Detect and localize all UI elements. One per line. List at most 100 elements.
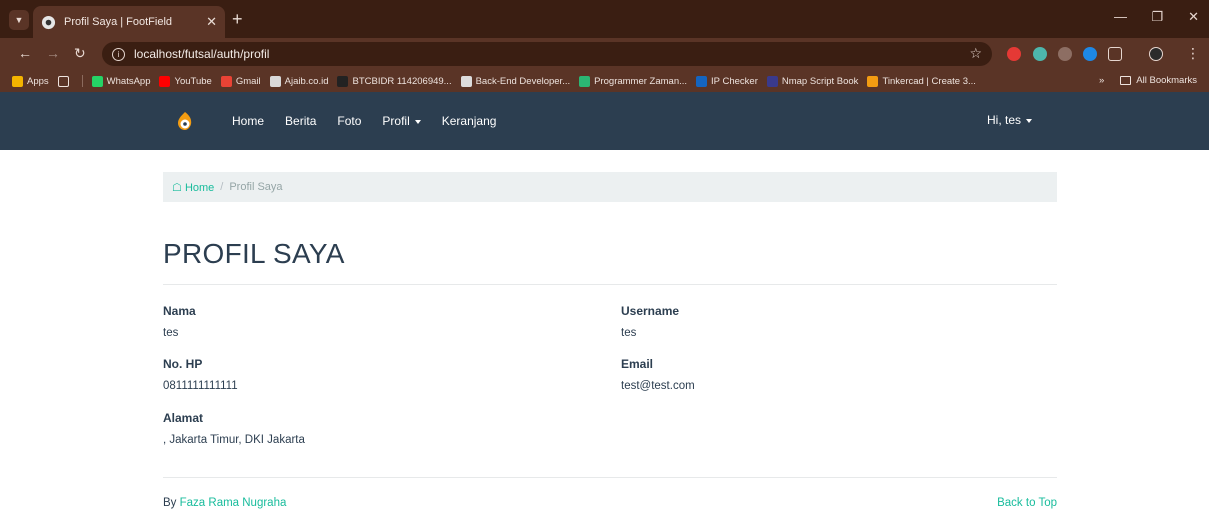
caret-down-icon [1026,118,1032,123]
bookmark-item[interactable]: Back-End Developer... [460,75,570,87]
extension-icon[interactable] [1007,47,1021,61]
bookmark-label: YouTube [174,75,212,87]
extension-icon[interactable] [1033,47,1047,61]
bookmark-favicon-icon [91,75,103,87]
bookmark-favicon-icon [579,75,591,87]
bookmark-label: Tinkercad | Create 3... [882,75,976,87]
chevron-more-icon[interactable]: » [1099,75,1104,86]
back-arrow-icon[interactable]: ← [18,45,32,61]
footfield-favicon-icon [41,15,56,29]
bookmark-label: Gmail [235,75,261,87]
author-link[interactable]: Faza Rama Nugraha [180,497,287,509]
tab-close-icon[interactable]: ✕ [206,14,217,30]
extension-icon[interactable] [1083,47,1097,61]
tab-title: Profil Saya | FootField [64,16,173,28]
bookmark-item[interactable]: YouTube [159,75,212,87]
nav-foto[interactable]: Foto [337,114,361,128]
bookmark-item[interactable]: Programmer Zaman... [579,75,688,87]
field-alamat: Alamat , Jakarta Timur, DKI Jakarta [163,411,305,446]
forward-arrow-icon[interactable]: → [46,45,60,61]
nav-home[interactable]: Home [232,114,264,128]
bookmark-favicon-icon [867,75,879,87]
field-value: test@test.com [621,380,695,392]
nav-keranjang[interactable]: Keranjang [442,114,497,128]
browser-tabstrip: ▼ Profil Saya | FootField ✕ + — ❐ ✕ [0,0,1209,38]
folder-icon [1120,76,1132,85]
grid-icon [57,75,69,87]
footfield-logo-icon[interactable] [176,111,194,131]
page-title: PROFIL SAYA [163,238,345,269]
home-icon: ☖ [172,181,182,194]
url-text: localhost/futsal/auth/profil [134,47,270,61]
breadcrumb-home-link[interactable]: ☖ Home [172,181,214,194]
nav-profil-label: Profil [382,114,410,128]
bookmark-item[interactable]: Nmap Script Book [766,75,859,87]
title-divider [163,284,1057,285]
footer-divider [163,477,1057,478]
field-no-hp: No. HP 0811111111111 [163,357,238,392]
user-greeting: Hi, tes [986,113,1021,127]
field-label: Email [621,357,654,371]
field-email: Email test@test.com [621,357,695,392]
apps-grid-icon [12,75,23,87]
bookmark-item[interactable]: Ajaib.co.id [269,75,329,87]
bookmarks-bar: Apps WhatsApp YouTube Gmail Ajaib.co.id BTCB… [0,70,1209,92]
bookmark-item[interactable]: Tinkercad | Create 3... [867,75,976,87]
breadcrumb-current: Profil Saya [229,181,283,193]
tab-search-button[interactable]: ▼ [9,10,29,30]
back-to-top-link[interactable]: Back to Top [997,497,1057,509]
bookmark-favicon-icon [220,75,232,87]
user-dropdown[interactable]: Hi, tes [987,113,1032,127]
field-label: No. HP [163,357,203,371]
site-navbar: Home Berita Foto Profil Keranjang Hi, te… [0,92,1209,150]
bookmark-label: Ajaib.co.id [284,75,329,87]
field-username: Username tes [621,304,679,339]
bookmark-label: Nmap Script Book [781,75,859,87]
footer-credit: By Faza Rama Nugraha [163,497,286,509]
nav-berita[interactable]: Berita [285,114,316,128]
bookmark-favicon-icon [460,75,472,87]
footer-by-text: By [163,497,180,509]
bookmark-item[interactable]: Gmail [220,75,261,87]
browser-toolbar: ← → ↻ i localhost/futsal/auth/profil ☆ ⋮ [0,38,1209,70]
field-value: tes [163,327,179,339]
field-label: Nama [163,304,196,318]
address-bar[interactable]: i localhost/futsal/auth/profil ☆ [102,42,992,66]
bookmark-label: Apps [27,75,49,87]
breadcrumb-separator: / [220,181,224,193]
bookmark-favicon-icon [159,75,171,87]
caret-down-icon [414,119,421,124]
menu-kebab-icon[interactable]: ⋮ [1186,45,1200,62]
field-label: Alamat [163,411,204,425]
bookmark-item[interactable]: IP Checker [696,75,758,87]
site-info-icon[interactable]: i [112,47,125,61]
field-value: 0811111111111 [163,380,238,392]
profile-avatar[interactable] [1149,47,1163,61]
bookmark-label: Programmer Zaman... [594,75,688,87]
bookmark-item[interactable]: WhatsApp [91,75,151,87]
bookmark-apps[interactable]: Apps [12,75,49,87]
bookmark-item[interactable]: BTCBIDR 114206949... [337,75,452,87]
close-window-icon[interactable]: ✕ [1188,9,1199,25]
bookmark-favicon-icon [269,75,281,87]
bookmark-divider [81,75,83,87]
extension-icon[interactable] [1058,47,1072,61]
all-bookmarks-button[interactable]: » All Bookmarks [1099,75,1197,86]
extensions-puzzle-icon[interactable] [1108,47,1122,61]
bookmark-star-icon[interactable]: ☆ [969,45,982,62]
field-label: Username [621,304,680,318]
bookmark-label: IP Checker [711,75,758,87]
bookmark-label: WhatsApp [106,75,151,87]
field-value: tes [621,327,637,339]
nav-links: Home Berita Foto Profil Keranjang [232,92,517,150]
browser-tab-active[interactable]: Profil Saya | FootField ✕ [33,6,225,38]
restore-icon[interactable]: ❐ [1151,9,1163,25]
nav-profil-dropdown[interactable]: Profil [382,114,421,128]
bookmark-favicon-icon [766,75,778,87]
new-tab-button[interactable]: + [232,9,243,29]
tab-groups-icon[interactable] [57,75,73,87]
bookmark-label: BTCBIDR 114206949... [352,75,452,87]
field-nama: Nama tes [163,304,196,339]
reload-icon[interactable]: ↻ [74,45,86,62]
minimize-icon[interactable]: — [1114,9,1127,24]
